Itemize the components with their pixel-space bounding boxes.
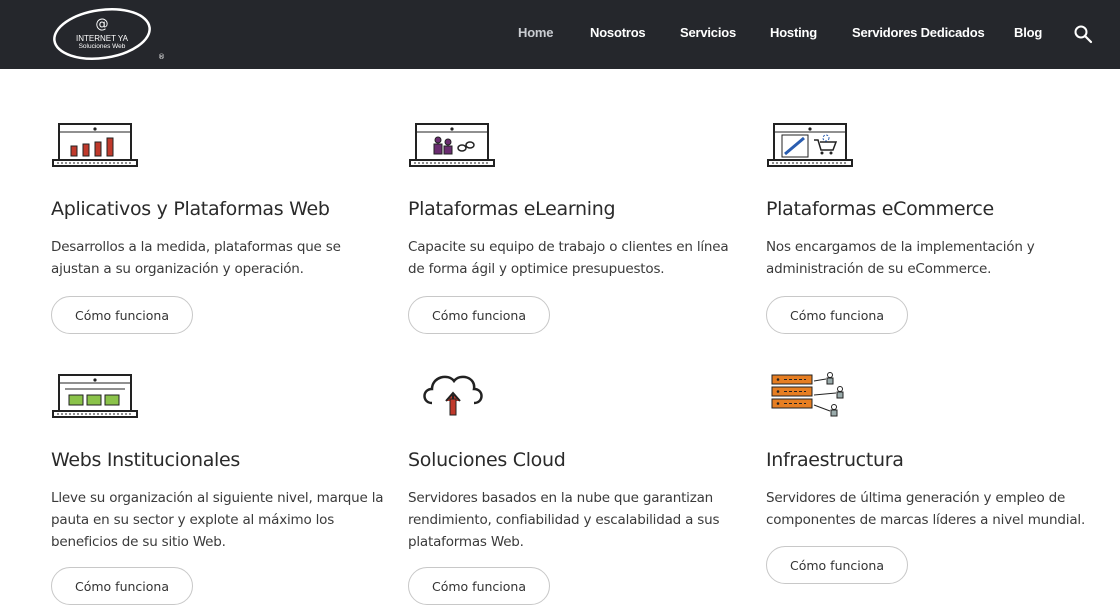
service-title: Plataformas eLearning: [408, 198, 616, 220]
service-title: Infraestructura: [766, 449, 904, 471]
nav-nosotros[interactable]: Nosotros: [590, 25, 646, 40]
laptop-cart-icon: [767, 123, 853, 167]
svg-text:INTERNET YA: INTERNET YA: [76, 34, 129, 43]
cloud-upload-icon: [423, 375, 483, 416]
svg-text:@: @: [96, 17, 109, 32]
top-navbar: @ INTERNET YA Soluciones Web ® Home Noso…: [0, 0, 1120, 69]
como-funciona-button[interactable]: Cómo funciona: [51, 567, 193, 605]
nav-servicios[interactable]: Servicios: [680, 25, 736, 40]
service-title: Plataformas eCommerce: [766, 198, 994, 220]
service-description: Capacite su equipo de trabajo o clientes…: [408, 239, 729, 277]
service-title: Soluciones Cloud: [408, 449, 566, 471]
service-title: Webs Institucionales: [51, 449, 241, 471]
nav-servidores-dedicados[interactable]: Servidores Dedicados: [852, 25, 985, 40]
como-funciona-button[interactable]: Cómo funciona: [408, 296, 550, 334]
nav-home[interactable]: Home: [518, 25, 554, 40]
search-icon[interactable]: [1073, 24, 1093, 44]
como-funciona-button[interactable]: Cómo funciona: [51, 296, 193, 334]
service-description: Servidores basados en la nube que garant…: [408, 490, 720, 550]
nav-blog[interactable]: Blog: [1014, 25, 1042, 40]
service-title: Aplicativos y Plataformas Web: [51, 198, 330, 220]
laptop-bar-chart-icon: [52, 123, 138, 167]
svg-text:Soluciones Web: Soluciones Web: [79, 43, 126, 50]
como-funciona-button[interactable]: Cómo funciona: [408, 567, 550, 605]
internet-ya-logo[interactable]: @ INTERNET YA Soluciones Web ®: [52, 4, 172, 62]
nav-hosting[interactable]: Hosting: [770, 25, 817, 40]
laptop-people-icon: [409, 123, 495, 167]
service-description: Lleve su organización al siguiente nivel…: [51, 490, 384, 550]
svg-text:®: ®: [158, 53, 165, 61]
service-description: Servidores de última generación y empleo…: [766, 490, 1086, 528]
service-description: Desarrollos a la medida, plataformas que…: [51, 239, 341, 277]
como-funciona-button[interactable]: Cómo funciona: [766, 546, 908, 584]
laptop-layout-icon: [52, 374, 138, 418]
como-funciona-button[interactable]: Cómo funciona: [766, 296, 908, 334]
service-description: Nos encargamos de la implementación y ad…: [766, 239, 1035, 277]
server-rack-icon: [771, 372, 844, 417]
